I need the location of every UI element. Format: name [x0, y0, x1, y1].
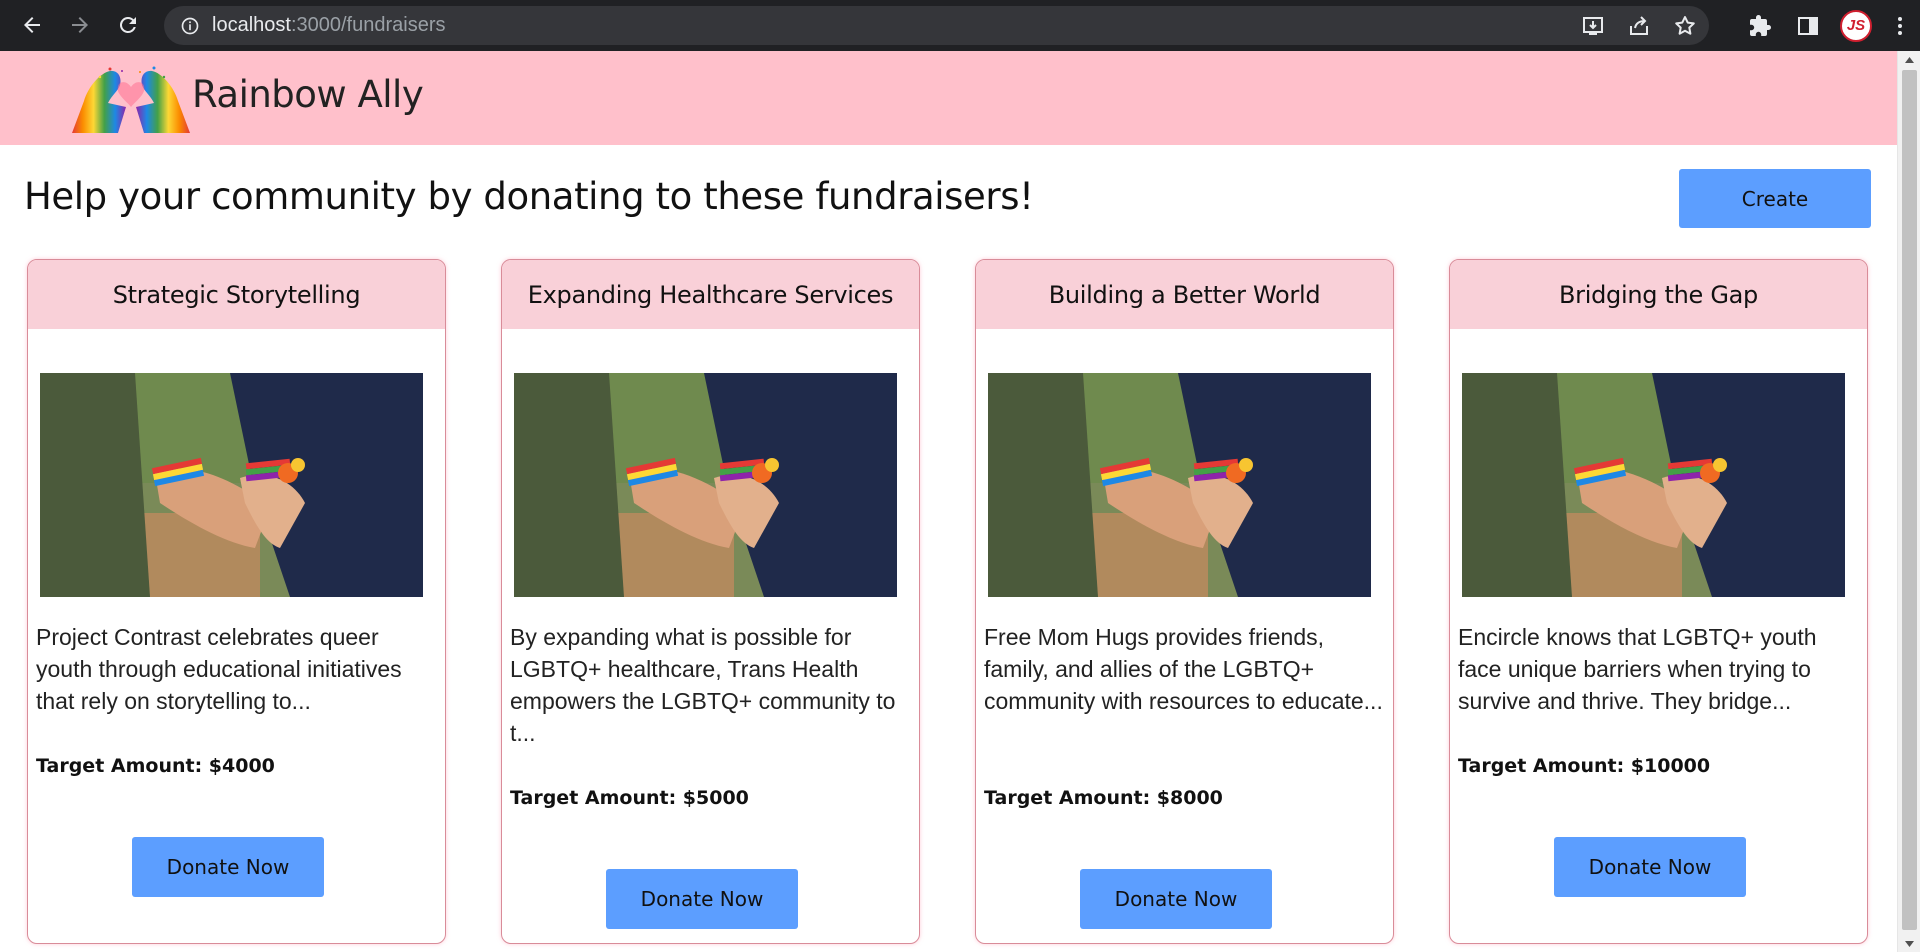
back-button[interactable] [14, 7, 50, 43]
card-title: Building a Better World [976, 260, 1393, 329]
scroll-up-arrow-icon[interactable] [1898, 51, 1920, 68]
page-viewport: Rainbow Ally Help your community by dona… [0, 51, 1897, 952]
install-app-icon[interactable] [1581, 14, 1605, 38]
card-title: Strategic Storytelling [28, 260, 445, 329]
side-panel-button[interactable] [1784, 0, 1832, 51]
info-icon[interactable] [180, 16, 200, 36]
profile-avatar: JS [1840, 9, 1872, 42]
card-title: Expanding Healthcare Services [502, 260, 919, 329]
holding-hands-photo [988, 373, 1371, 597]
site-header: Rainbow Ally [0, 51, 1897, 145]
brand-name[interactable]: Rainbow Ally [192, 73, 424, 116]
card-image [514, 373, 897, 597]
side-panel-icon [1798, 16, 1818, 35]
card-image [40, 373, 423, 597]
card-description: Project Contrast celebrates queer youth … [36, 624, 402, 714]
share-icon[interactable] [1627, 14, 1651, 38]
holding-hands-photo [40, 373, 423, 597]
card-description: Encircle knows that LGBTQ+ youth face un… [1458, 624, 1817, 714]
holding-hands-photo [1462, 373, 1845, 597]
reload-button[interactable] [110, 7, 146, 43]
chrome-menu-button[interactable] [1880, 0, 1920, 51]
scroll-down-arrow-icon[interactable] [1898, 935, 1920, 952]
donate-button[interactable]: Donate Now [606, 869, 798, 929]
profile-button[interactable]: JS [1832, 0, 1880, 51]
card-image [988, 373, 1371, 597]
address-bar[interactable]: localhost:3000/fundraisers [164, 6, 1709, 45]
card-target-amount: Target Amount: $5000 [510, 787, 749, 809]
rainbow-heart-hands-logo [72, 66, 190, 133]
puzzle-piece-icon [1750, 14, 1771, 36]
back-arrow-icon [24, 17, 40, 33]
card-description: By expanding what is possible for LGBTQ+… [510, 624, 896, 746]
url-text: localhost:3000/fundraisers [212, 14, 446, 36]
donate-button[interactable]: Donate Now [1554, 837, 1746, 897]
forward-button[interactable] [62, 7, 98, 43]
kebab-menu-icon [1898, 16, 1902, 35]
fundraiser-card: Bridging the Gap Encircle knows that LGB… [1449, 259, 1868, 944]
fundraiser-card: Building a Better World Free Mom Hugs pr… [975, 259, 1394, 944]
card-image [1462, 373, 1845, 597]
fundraiser-card: Strategic Storytelling Project Contrast … [27, 259, 446, 944]
reload-icon [119, 16, 136, 33]
card-target-amount: Target Amount: $10000 [1458, 755, 1711, 777]
holding-hands-photo [514, 373, 897, 597]
card-description: Free Mom Hugs provides friends, family, … [984, 624, 1383, 714]
card-target-amount: Target Amount: $4000 [36, 755, 275, 777]
donate-button[interactable]: Donate Now [1080, 869, 1272, 929]
bookmark-star-icon[interactable] [1673, 14, 1697, 38]
fundraiser-card: Expanding Healthcare Services By expandi… [501, 259, 920, 944]
extensions-button[interactable] [1736, 0, 1784, 51]
create-button[interactable]: Create [1679, 169, 1871, 228]
forward-arrow-icon [72, 17, 88, 33]
scrollbar-thumb[interactable] [1902, 70, 1917, 930]
browser-toolbar: localhost:3000/fundraisers JS [0, 0, 1920, 51]
donate-button[interactable]: Donate Now [132, 837, 324, 897]
vertical-scrollbar[interactable] [1897, 51, 1920, 952]
card-target-amount: Target Amount: $8000 [984, 787, 1223, 809]
page-title: Help your community by donating to these… [24, 175, 1034, 218]
card-title: Bridging the Gap [1450, 260, 1867, 329]
